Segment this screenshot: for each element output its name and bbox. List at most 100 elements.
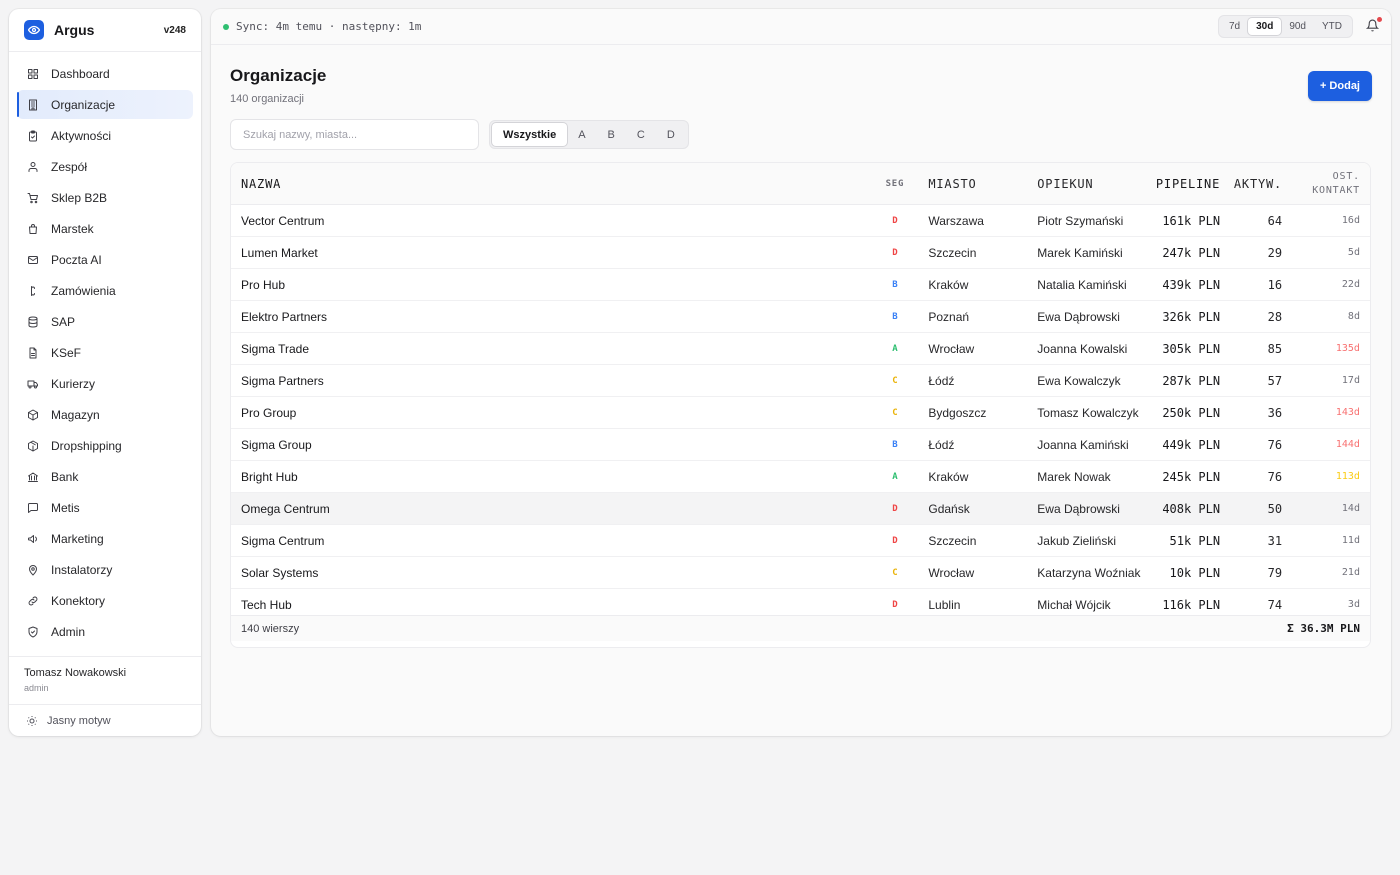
sidebar-item-sklep-b2b[interactable]: Sklep B2B	[17, 183, 193, 212]
org-name[interactable]: Pro Hub	[231, 278, 870, 292]
sidebar-item-ksef[interactable]: KSeF	[17, 338, 193, 367]
org-name[interactable]: Lumen Market	[231, 246, 870, 260]
sidebar-item-zamowienia[interactable]: Zamówienia	[17, 276, 193, 305]
org-name[interactable]: Solar Systems	[231, 566, 870, 580]
sidebar-item-dropshipping[interactable]: Dropshipping	[17, 431, 193, 460]
table-row[interactable]: Sigma Group B Łódź Joanna Kamiński 449k PLN 7…	[231, 429, 1370, 461]
table-row[interactable]: Pro Hub B Kraków Natalia Kamiński 439k PLN 16…	[231, 269, 1370, 301]
sidebar-item-admin[interactable]: Admin	[17, 617, 193, 646]
sidebar-item-instalatorzy[interactable]: Instalatorzy	[17, 555, 193, 584]
segment-filter-b[interactable]: B	[597, 123, 626, 146]
sidebar-item-konektory[interactable]: Konektory	[17, 586, 193, 615]
table-row[interactable]: Bright Hub A Kraków Marek Nowak 245k PLN 76 11…	[231, 461, 1370, 493]
segment-badge: D	[892, 503, 898, 514]
sidebar-item-label: Kurierzy	[51, 376, 96, 391]
user-profile[interactable]: Tomasz Nowakowski admin	[9, 656, 201, 703]
org-name[interactable]: Elektro Partners	[231, 310, 870, 324]
sidebar-item-dashboard[interactable]: Dashboard	[17, 59, 193, 88]
segment-filter-c[interactable]: C	[626, 123, 656, 146]
organizations-table: NAZWA SEG MIASTO OPIEKUN PIPELINE AKTYW.…	[230, 162, 1371, 648]
sidebar-item-bank[interactable]: Bank	[17, 462, 193, 491]
eye-icon[interactable]	[24, 20, 44, 40]
org-name[interactable]: Sigma Centrum	[231, 534, 870, 548]
sync-status-dot	[223, 23, 229, 30]
org-name[interactable]: Omega Centrum	[231, 502, 870, 516]
org-name[interactable]: Pro Group	[231, 406, 870, 420]
segment-badge: A	[892, 343, 898, 354]
table-row[interactable]: Sigma Partners C Łódź Ewa Kowalczyk 287k PLN…	[231, 365, 1370, 397]
user-name: Tomasz Nowakowski	[24, 667, 127, 679]
column-header-city[interactable]: MIASTO	[919, 177, 1028, 191]
sidebar-item-label: Zamówienia	[51, 283, 116, 298]
org-last-contact: 144d	[1335, 439, 1360, 450]
table-row[interactable]: Omega Centrum D Gdańsk Ewa Dąbrowski 408k PL…	[231, 493, 1370, 525]
sidebar-item-marketing[interactable]: Marketing	[17, 524, 193, 553]
sidebar-item-label: SAP	[51, 314, 76, 329]
org-name[interactable]: Tech Hub	[231, 598, 870, 612]
sidebar-item-kurierzy[interactable]: Kurierzy	[17, 369, 193, 398]
org-owner: Piotr Szymański	[1037, 213, 1124, 228]
sidebar-item-label: Instalatorzy	[51, 562, 113, 577]
org-name[interactable]: Sigma Trade	[231, 342, 870, 356]
range-option-7d[interactable]: 7d	[1221, 18, 1248, 35]
sidebar-item-sap[interactable]: SAP	[17, 307, 193, 336]
shield-icon	[27, 626, 39, 638]
org-name[interactable]: Bright Hub	[231, 470, 870, 484]
org-city: Gdańsk	[928, 501, 970, 516]
org-activity: 74	[1267, 597, 1283, 612]
org-activity: 76	[1267, 469, 1283, 484]
org-name[interactable]: Sigma Partners	[231, 374, 870, 388]
sidebar-item-marstek[interactable]: Marstek	[17, 214, 193, 243]
org-last-contact: 16d	[1341, 215, 1360, 226]
table-row[interactable]: Sigma Trade A Wrocław Joanna Kowalski 305k P…	[231, 333, 1370, 365]
segment-filter-d[interactable]: D	[656, 123, 686, 146]
segment-badge: B	[892, 279, 898, 290]
sidebar-item-poczta-ai[interactable]: Poczta AI	[17, 245, 193, 274]
org-owner: Joanna Kowalski	[1037, 341, 1128, 356]
org-owner: Marek Nowak	[1037, 469, 1111, 484]
filters-bar: WszystkieABCD	[230, 119, 689, 150]
users-icon	[27, 161, 39, 173]
org-name[interactable]: Vector Centrum	[231, 214, 870, 228]
table-row[interactable]: Pro Group C Bydgoszcz Tomasz Kowalczyk 250k …	[231, 397, 1370, 429]
org-name[interactable]: Sigma Group	[231, 438, 870, 452]
table-row[interactable]: Sigma Centrum D Szczecin Jakub Zieliński 51k…	[231, 525, 1370, 557]
theme-toggle[interactable]: Jasny motyw	[9, 704, 201, 736]
table-row[interactable]: Vector Centrum D Warszawa Piotr Szymański 16…	[231, 205, 1370, 237]
column-header-last-contact[interactable]: OST. KONTAKT	[1282, 170, 1370, 198]
org-pipeline: 116k PLN	[1162, 597, 1221, 612]
range-option-ytd[interactable]: YTD	[1314, 18, 1350, 35]
segment-filter-a[interactable]: A	[567, 123, 596, 146]
org-city: Poznań	[928, 309, 970, 324]
org-pipeline: 10k PLN	[1169, 565, 1221, 580]
sidebar-item-organizacje[interactable]: Organizacje	[17, 90, 193, 119]
sidebar-item-label: Marstek	[51, 221, 94, 236]
range-option-90d[interactable]: 90d	[1281, 18, 1314, 35]
table-row[interactable]: Elektro Partners B Poznań Ewa Dąbrowski 326k…	[231, 301, 1370, 333]
brand-name[interactable]: Argus	[54, 22, 94, 38]
org-last-contact: 113d	[1335, 471, 1360, 482]
range-option-30d[interactable]: 30d	[1248, 18, 1282, 35]
sidebar-item-label: Poczta AI	[51, 252, 102, 267]
notifications-button[interactable]	[1365, 16, 1382, 34]
sidebar-item-zespol[interactable]: Zespół	[17, 152, 193, 181]
add-organization-button[interactable]: + Dodaj	[1307, 71, 1372, 101]
column-header-owner[interactable]: OPIEKUN	[1028, 177, 1152, 191]
sidebar-item-metis[interactable]: Metis	[17, 493, 193, 522]
column-header-last-contact-line1: OST.	[1332, 170, 1360, 182]
table-row[interactable]: Solar Systems C Wrocław Katarzyna Woźniak 10…	[231, 557, 1370, 589]
column-header-seg[interactable]: SEG	[870, 179, 919, 189]
segment-filter-all[interactable]: Wszystkie	[492, 123, 568, 146]
table-row[interactable]: Lumen Market D Szczecin Marek Kamiński 247k …	[231, 237, 1370, 269]
column-header-activity[interactable]: AKTYW.	[1220, 177, 1282, 191]
search-input[interactable]	[230, 119, 479, 150]
segment-badge: D	[892, 215, 898, 226]
sidebar-item-aktywnosci[interactable]: Aktywności	[17, 121, 193, 150]
org-last-contact: 11d	[1341, 535, 1360, 546]
column-header-name[interactable]: NAZWA	[231, 177, 870, 191]
segment-badge: C	[892, 407, 898, 418]
sidebar-item-magazyn[interactable]: Magazyn	[17, 400, 193, 429]
column-header-pipeline[interactable]: PIPELINE	[1152, 177, 1220, 191]
org-last-contact: 143d	[1335, 407, 1360, 418]
sidebar-item-label: Magazyn	[51, 407, 100, 422]
